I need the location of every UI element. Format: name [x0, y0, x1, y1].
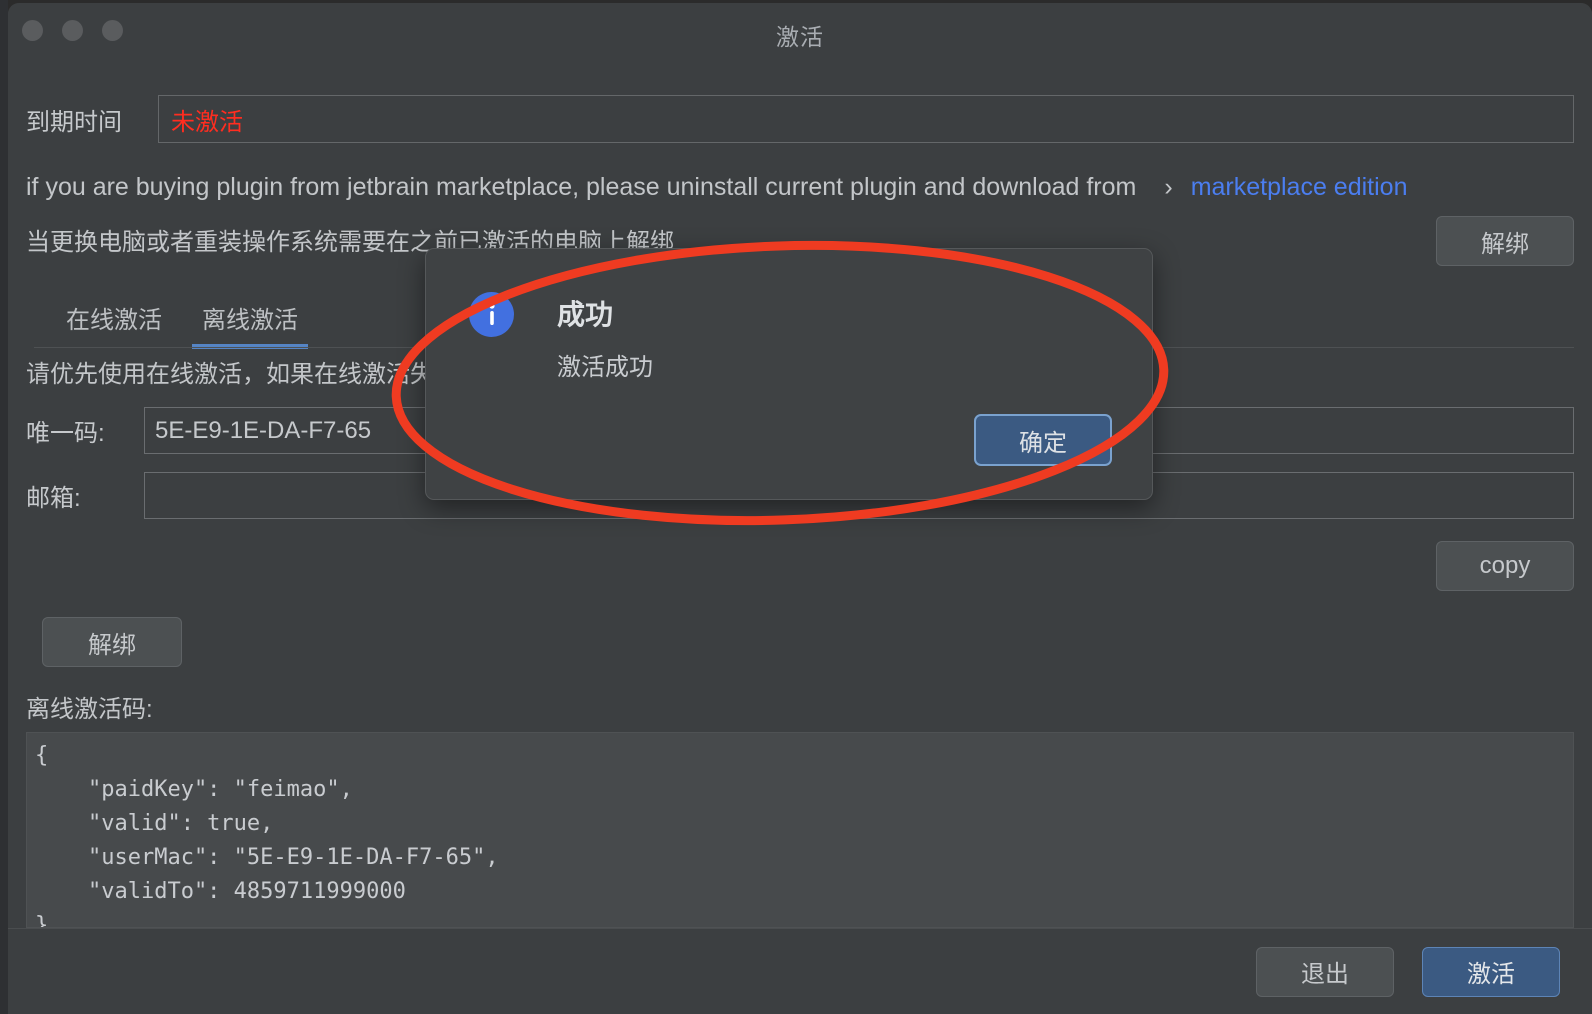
expiry-label: 到期时间 [26, 108, 122, 136]
exit-button[interactable]: 退出 [1256, 946, 1394, 997]
expiry-value: 未激活 [171, 108, 243, 136]
dialog-title: 成功 [557, 299, 614, 330]
copy-row: copy [26, 541, 1574, 591]
screen: 激活 到期时间 未激活 if you are buying plugin fro… [0, 0, 1592, 1014]
activate-button[interactable]: 激活 [1422, 946, 1560, 997]
copy-button[interactable]: copy [1436, 541, 1574, 591]
marketplace-edition-link[interactable]: marketplace edition [1191, 173, 1408, 202]
dialog-ok-button[interactable]: 确定 [974, 414, 1112, 466]
dialog-message: 激活成功 [557, 354, 653, 381]
success-dialog: 成功 激活成功 确定 [425, 248, 1153, 500]
email-label: 邮箱: [26, 485, 81, 512]
window-title: 激活 [776, 24, 824, 50]
unbind-button[interactable]: 解绑 [42, 617, 182, 667]
expiry-row: 到期时间 未激活 [26, 95, 1574, 143]
expiry-field: 未激活 [158, 95, 1574, 143]
offline-code-content: { "paidKey": "feimao", "valid": true, "u… [35, 743, 499, 928]
activation-window: 激活 到期时间 未激活 if you are buying plugin fro… [8, 3, 1592, 1014]
background-window-sliver [0, 0, 8, 1014]
main-content: 到期时间 未激活 if you are buying plugin from j… [8, 95, 1592, 928]
tab-online-activation[interactable]: 在线激活 [56, 294, 172, 349]
unbind-row: 解绑 [26, 617, 1574, 667]
offline-code-label: 离线激活码: [26, 696, 153, 723]
marketplace-notice-text: if you are buying plugin from jetbrain m… [26, 173, 1137, 201]
unbind-top-button[interactable]: 解绑 [1436, 216, 1574, 266]
tab-offline-activation[interactable]: 离线激活 [192, 294, 308, 349]
footer-bar: 退出 激活 [8, 928, 1592, 1014]
offline-code-box[interactable]: { "paidKey": "feimao", "valid": true, "u… [26, 732, 1574, 928]
marketplace-notice: if you are buying plugin from jetbrain m… [26, 173, 1574, 202]
info-icon [469, 292, 514, 337]
unique-code-label: 唯一码: [26, 420, 105, 447]
title-bar: 激活 [8, 3, 1592, 63]
chevron-right-icon: › [1164, 173, 1173, 201]
